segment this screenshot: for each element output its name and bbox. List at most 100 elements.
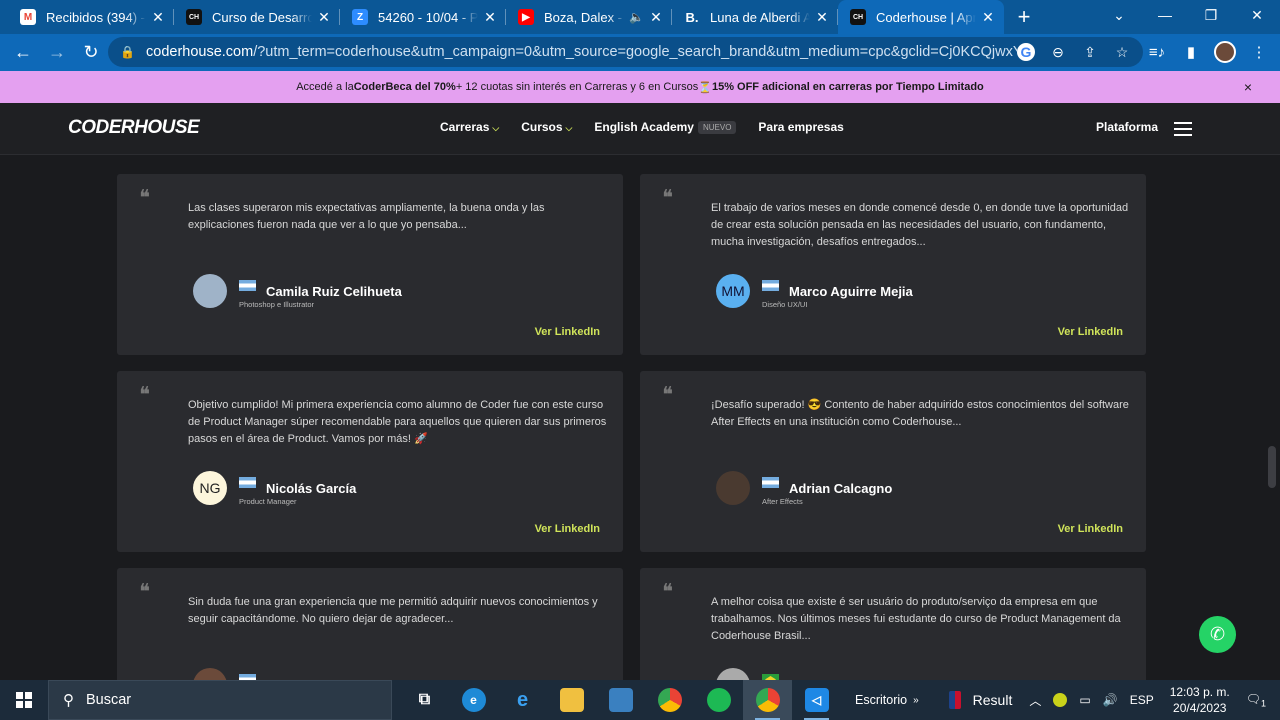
avatar — [716, 471, 750, 505]
tab-search-icon[interactable]: ⌄ — [1096, 0, 1142, 30]
audio-playing-icon[interactable]: 🔈 — [629, 10, 644, 24]
control-panel-icon[interactable] — [596, 680, 645, 720]
ver-linkedin-link[interactable]: Ver LinkedIn — [535, 326, 600, 338]
browser-tab[interactable]: CH Coderhouse | Apren✕ — [838, 0, 1004, 34]
google-icon[interactable]: G — [1017, 43, 1035, 61]
menu-kebab-icon[interactable]: ⋮ — [1248, 43, 1270, 61]
zoom-icon[interactable]: ⊖ — [1049, 44, 1067, 61]
vscode-icon[interactable]: ◁ — [792, 680, 841, 720]
clock[interactable]: 12:03 p. m. 20/4/2023 — [1170, 684, 1230, 716]
youtube-icon: ▶ — [518, 9, 534, 25]
spotify-icon[interactable] — [694, 680, 743, 720]
reload-button[interactable]: ↻ — [74, 36, 108, 70]
desktop-toolbar[interactable]: Escritorio » — [855, 693, 919, 707]
result-label: Result — [972, 692, 1013, 708]
plataforma-link[interactable]: Plataforma — [1096, 120, 1158, 134]
internet-explorer-icon[interactable]: e — [498, 680, 547, 720]
quote-icon: ❛❛ — [662, 580, 673, 605]
start-button[interactable] — [0, 680, 48, 720]
language-indicator[interactable]: ESP — [1130, 693, 1154, 707]
hamburger-menu-icon[interactable] — [1174, 122, 1192, 140]
media-control-icon[interactable]: ≡♪ — [1146, 44, 1168, 61]
coderhouse-logo[interactable]: CODERHOUSE — [68, 117, 200, 139]
close-tab-icon[interactable]: ✕ — [316, 9, 332, 26]
argentina-flag-icon — [762, 280, 779, 291]
author-name: Nicolás García — [266, 480, 357, 496]
profile-avatar[interactable] — [1214, 41, 1236, 63]
ver-linkedin-link[interactable]: Ver LinkedIn — [1058, 326, 1123, 338]
tab-title: Recibidos (394) - la — [46, 9, 146, 25]
avatar: MM — [716, 274, 750, 308]
browser-tab[interactable]: M Recibidos (394) - la✕ — [8, 0, 174, 34]
file-explorer-icon[interactable] — [547, 680, 596, 720]
task-view-icon[interactable]: ⧉ — [400, 680, 449, 720]
close-tab-icon[interactable]: ✕ — [150, 9, 166, 26]
browser-tab[interactable]: Z 54260 - 10/04 - Prin✕ — [340, 0, 506, 34]
gmail-icon: M — [20, 9, 36, 25]
close-tab-icon[interactable]: ✕ — [648, 9, 664, 26]
ver-linkedin-link[interactable]: Ver LinkedIn — [535, 523, 600, 535]
menu-label: English Academy — [594, 120, 694, 134]
ver-linkedin-link[interactable]: Ver LinkedIn — [1058, 523, 1123, 535]
forward-button[interactable]: → — [40, 36, 74, 70]
tray-app-icon[interactable] — [1053, 693, 1068, 707]
argentina-flag-icon — [239, 280, 256, 291]
testimonial-card: ❛❛ Sin duda fue una gran experiencia que … — [117, 568, 623, 680]
window-controls: ⌄ — ❐ ✕ — [1096, 0, 1280, 34]
whatsapp-icon[interactable]: ✆ — [1199, 616, 1236, 653]
system-tray: ︿ ▭ 🔊 ESP 12:03 p. m. 20/4/2023 🗨1 — [1023, 680, 1280, 720]
close-window-button[interactable]: ✕ — [1234, 0, 1280, 30]
author-name: Marco Aguirre Mejia — [789, 283, 913, 299]
browser-tab[interactable]: ▶ Boza, Dalex - V 🔈 ✕ — [506, 0, 672, 34]
restore-button[interactable]: ❐ — [1188, 0, 1234, 30]
main-menu: Carreras ⌵ Cursos ⌵ English Academy NUEVO P… — [440, 120, 844, 134]
avatar — [193, 274, 227, 308]
quote-icon: ❛❛ — [139, 383, 150, 408]
menu-para-empresas[interactable]: Para empresas — [758, 120, 843, 134]
author-course: After Effects — [762, 497, 803, 506]
page-scrollbar[interactable] — [1264, 446, 1280, 488]
close-tab-icon[interactable]: ✕ — [482, 9, 498, 26]
testimonial-author: Camila Ruiz Celihueta Photoshop e Illustr… — [193, 274, 402, 309]
notification-count: 1 — [1260, 698, 1266, 709]
menu-label: Carreras — [440, 120, 490, 134]
close-promo-button[interactable]: × — [1244, 79, 1252, 95]
browser-toolbar: ← → ↻ 🔒 coderhouse.com/?utm_term=coderho… — [0, 34, 1280, 71]
chevron-right-icon: » — [913, 694, 919, 706]
avatar: NG — [193, 471, 227, 505]
menu-cursos[interactable]: Cursos ⌵ — [521, 120, 572, 134]
address-bar[interactable]: 🔒 coderhouse.com/?utm_term=coderhouse&ut… — [108, 37, 1143, 67]
tab-title: Coderhouse | Apren — [876, 9, 976, 25]
chrome-profile-icon[interactable] — [743, 680, 792, 720]
chevron-up-icon[interactable]: ︿ — [1029, 692, 1041, 709]
promo-highlight-beca: CoderBeca del 70% — [353, 81, 456, 93]
bookmark-star-icon[interactable]: ☆ — [1113, 44, 1131, 61]
chrome-icon[interactable] — [645, 680, 694, 720]
lock-icon[interactable]: 🔒 — [120, 45, 138, 59]
side-panel-icon[interactable]: ▮ — [1180, 43, 1202, 61]
browser-tab[interactable]: B. Luna de Alberdi Ap ✕ — [672, 0, 838, 34]
new-tab-button[interactable]: + — [1004, 0, 1044, 34]
network-icon[interactable]: ▭ — [1079, 693, 1090, 707]
minimize-button[interactable]: — — [1142, 0, 1188, 30]
author-course: Photoshop e Illustrator — [239, 300, 315, 309]
taskbar-search[interactable]: ⚲ Buscar — [48, 680, 392, 720]
nba-result-widget[interactable]: Result — [948, 691, 1013, 709]
author-course: Product Manager — [239, 497, 297, 506]
close-tab-icon[interactable]: ✕ — [814, 9, 830, 26]
menu-english-academy[interactable]: English Academy NUEVO — [594, 120, 737, 134]
chevron-down-icon: ⌵ — [492, 123, 500, 133]
quote-icon: ❛❛ — [662, 383, 673, 408]
quote-icon: ❛❛ — [139, 580, 150, 605]
notifications-icon[interactable]: 🗨1 — [1246, 692, 1266, 708]
share-icon[interactable]: ⇪ — [1081, 44, 1099, 61]
close-tab-icon[interactable]: ✕ — [980, 9, 996, 26]
testimonial-card: ❛❛ Las clases superaron mis expectativas … — [117, 174, 623, 355]
menu-carreras[interactable]: Carreras ⌵ — [440, 120, 499, 134]
back-button[interactable]: ← — [6, 36, 40, 70]
desktop-label: Escritorio — [855, 693, 908, 707]
volume-icon[interactable]: 🔊 — [1103, 693, 1118, 707]
hourglass-icon: ⏳ — [698, 81, 712, 94]
edge-icon[interactable]: e — [449, 680, 498, 720]
browser-tab[interactable]: CH Curso de Desarrollo✕ — [174, 0, 340, 34]
